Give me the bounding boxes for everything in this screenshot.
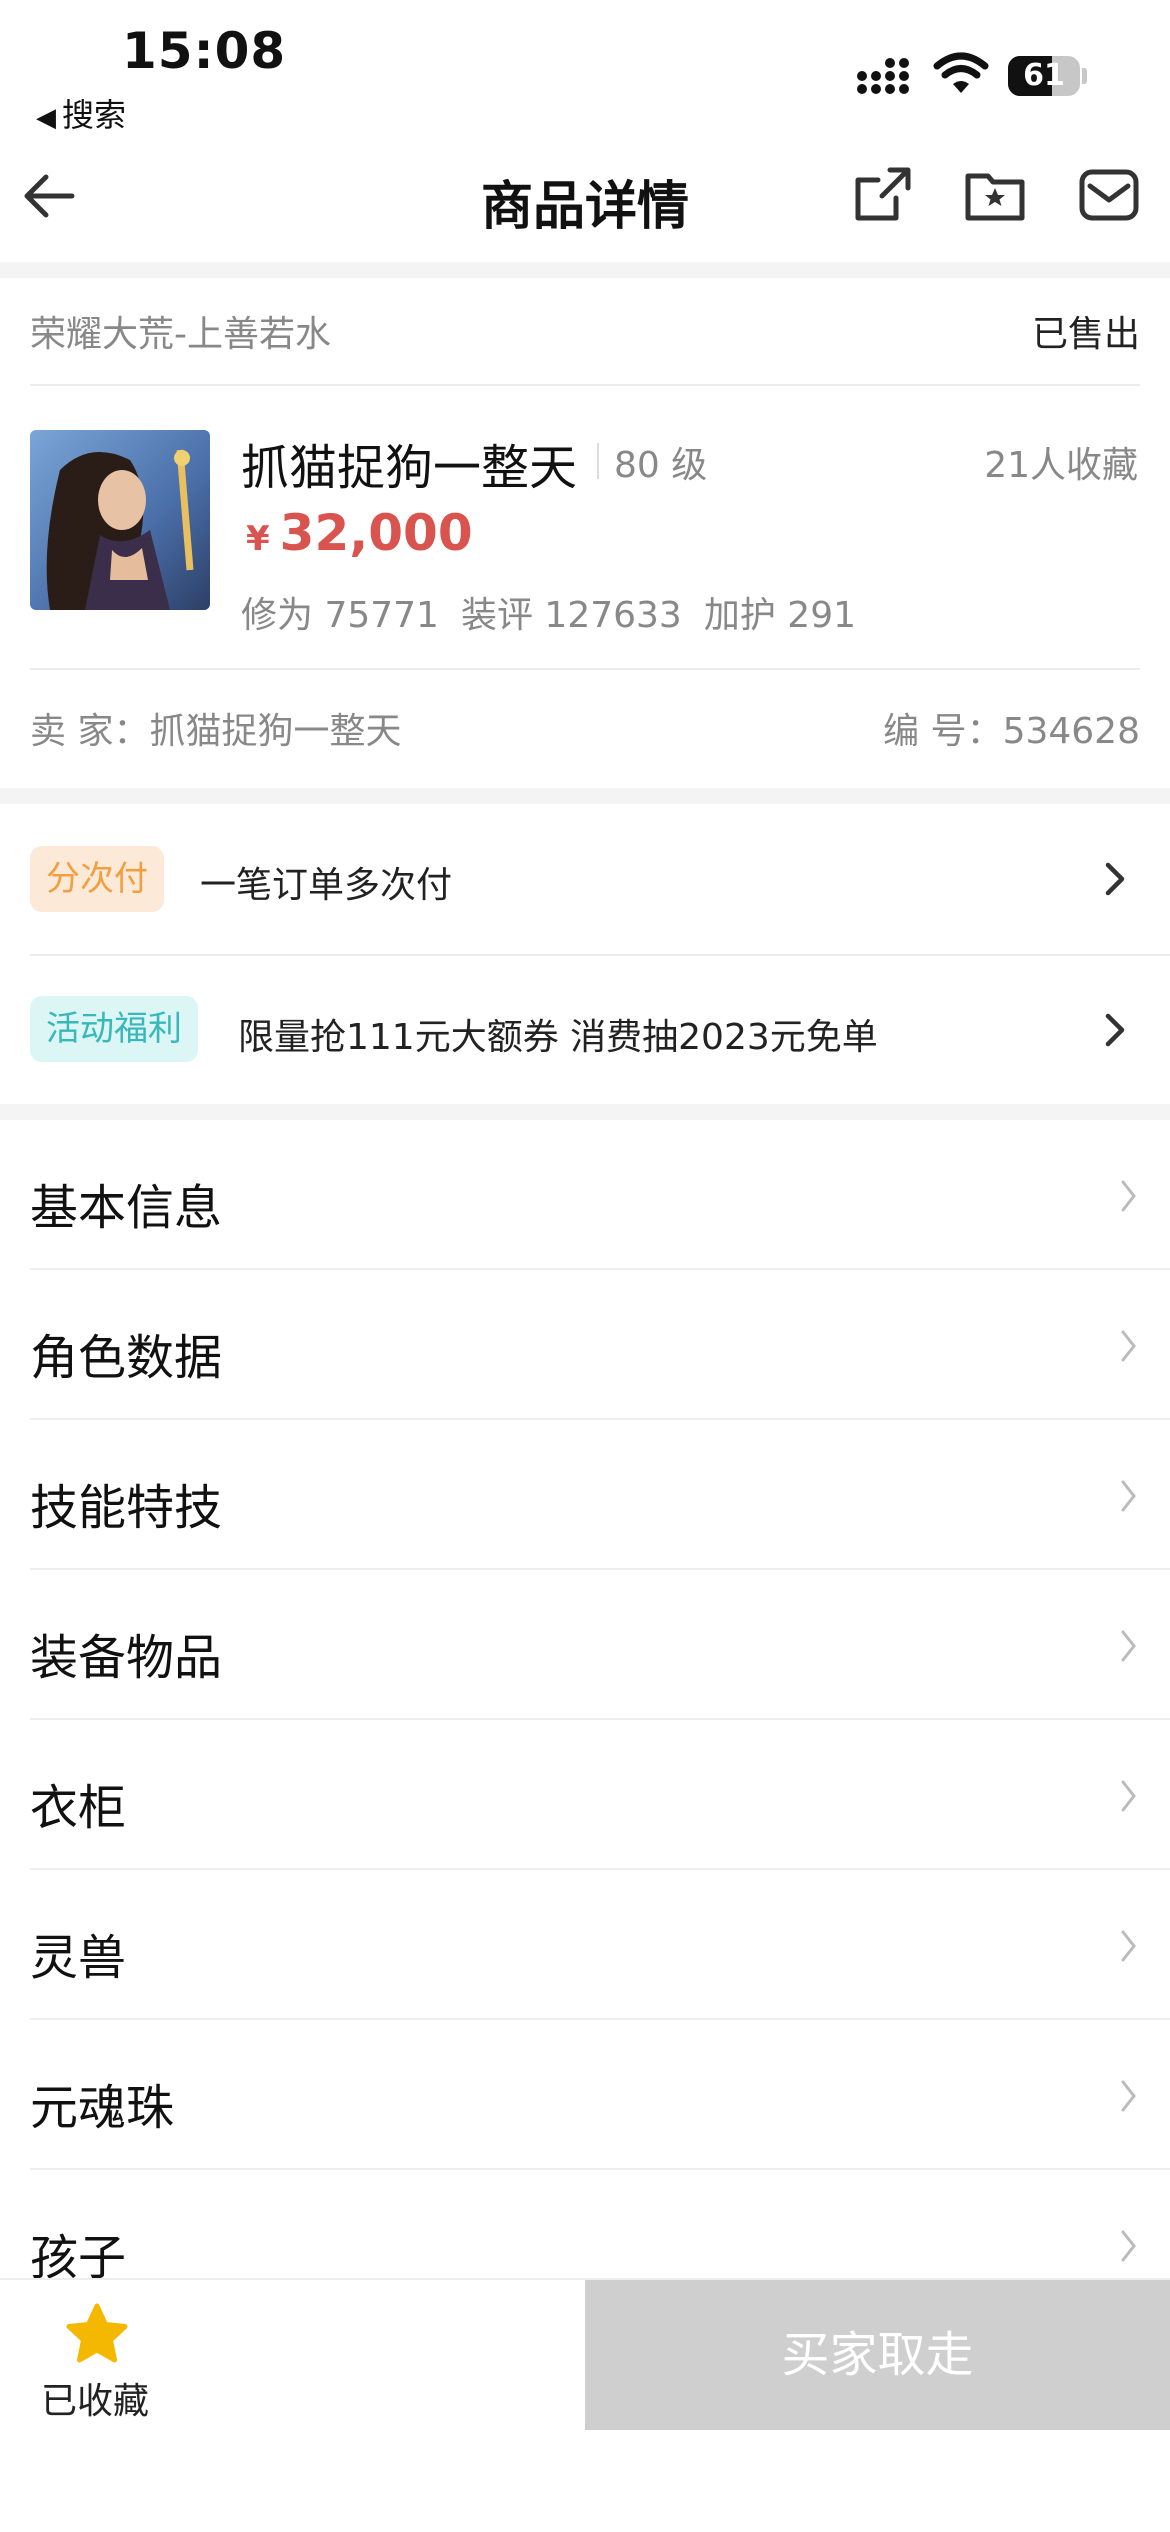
chevron-right-icon <box>1121 1930 1136 1962</box>
benefit-text: 限量抢111元大额券 消费抽2023元免单 <box>238 1017 878 1058</box>
chevron-right-icon <box>1121 1630 1136 1662</box>
favorite-count: 21人收藏 <box>984 445 1138 486</box>
star-icon <box>66 2303 128 2363</box>
menu-item[interactable]: 装备物品 <box>0 1570 1170 1720</box>
installment-tag: 分次付 <box>30 846 164 912</box>
name-level-separator <box>597 443 599 479</box>
menu-item[interactable]: 角色数据 <box>0 1270 1170 1420</box>
favorite-button[interactable]: 已收藏 <box>0 2280 190 2430</box>
server-name: 荣耀大荒-上善若水 <box>30 314 331 355</box>
menu-item-label: 衣柜 <box>30 1780 127 1836</box>
chevron-right-icon <box>1105 1013 1125 1047</box>
battery-indicator: 61 <box>1008 56 1087 96</box>
divider <box>30 668 1140 670</box>
menu-item-label: 元魂珠 <box>30 2080 175 2136</box>
chevron-right-icon <box>1121 2080 1136 2112</box>
serial-number: 编 号：534628 <box>883 711 1140 752</box>
battery-body: 61 <box>1008 56 1080 96</box>
section-gap <box>0 262 1170 278</box>
battery-percent: 61 <box>1023 58 1065 93</box>
promo-installment-row[interactable]: 分次付 一笔订单多次付 <box>0 804 1170 954</box>
role-stats: 修为 75771 装评 127633 加护 291 <box>241 586 878 638</box>
stat-gear-score: 装评 127633 <box>460 595 682 636</box>
section-gap <box>0 788 1170 804</box>
back-to-app-label: 搜索 <box>62 96 127 134</box>
status-time: 15:08 <box>122 22 287 80</box>
price-currency: ¥ <box>246 519 270 559</box>
chevron-right-icon <box>1121 2230 1136 2262</box>
share-icon[interactable] <box>850 164 916 226</box>
menu-item[interactable]: 技能特技 <box>0 1420 1170 1570</box>
menu-item[interactable]: 灵兽 <box>0 1870 1170 2020</box>
seller-info: 卖 家：抓猫捉狗一整天 <box>30 711 402 752</box>
price-value: 32,000 <box>279 504 473 562</box>
cellular-signal-icon <box>857 58 909 94</box>
battery-nub <box>1082 68 1087 84</box>
stat-protection: 加护 291 <box>703 595 857 636</box>
wifi-icon <box>933 52 989 93</box>
sale-status: 已售出 <box>1031 314 1140 355</box>
menu-item[interactable]: 衣柜 <box>0 1720 1170 1870</box>
menu-item-label: 角色数据 <box>30 1330 223 1386</box>
favorite-folder-icon[interactable] <box>962 164 1028 226</box>
buy-button[interactable]: 买家取走 <box>585 2280 1170 2430</box>
price: ¥32,000 <box>246 504 473 562</box>
benefit-tag: 活动福利 <box>30 996 198 1062</box>
promo-benefit-row[interactable]: 活动福利 限量抢111元大额券 消费抽2023元免单 <box>0 956 1170 1106</box>
menu-item-label: 基本信息 <box>30 1180 223 1236</box>
favorite-label: 已收藏 <box>40 2381 149 2422</box>
chevron-right-icon <box>1121 1180 1136 1212</box>
status-bar: 15:08 ◀ 搜索 61 <box>0 0 1170 134</box>
chevron-right-icon <box>1121 1480 1136 1512</box>
menu-item[interactable]: 元魂珠 <box>0 2020 1170 2170</box>
menu-item[interactable]: 基本信息 <box>0 1120 1170 1270</box>
role-avatar[interactable] <box>30 430 210 610</box>
menu-item-label: 技能特技 <box>30 1480 223 1536</box>
page: 15:08 ◀ 搜索 61 商品详情 荣耀大荒-上善若水 已售出 抓猫捉狗一整天… <box>0 0 1170 2532</box>
section-gap <box>0 1104 1170 1120</box>
menu-item-label: 灵兽 <box>30 1930 127 1986</box>
menu-item-label: 装备物品 <box>30 1630 223 1686</box>
role-name: 抓猫捉狗一整天 <box>241 440 578 496</box>
message-icon[interactable] <box>1076 164 1142 226</box>
back-to-app-link[interactable]: ◀ 搜索 <box>36 90 126 136</box>
chevron-right-icon <box>1121 1330 1136 1362</box>
role-level: 80 级 <box>614 445 708 486</box>
back-triangle-icon: ◀ <box>36 103 56 133</box>
nav-bar: 商品详情 <box>0 140 1170 264</box>
stat-cultivation: 修为 75771 <box>241 595 439 636</box>
divider <box>30 384 1140 386</box>
bottom-action-bar: 已收藏 买家取走 <box>0 2278 1170 2532</box>
chevron-right-icon <box>1121 1780 1136 1812</box>
chevron-right-icon <box>1105 862 1125 896</box>
installment-text: 一笔订单多次付 <box>200 865 453 906</box>
